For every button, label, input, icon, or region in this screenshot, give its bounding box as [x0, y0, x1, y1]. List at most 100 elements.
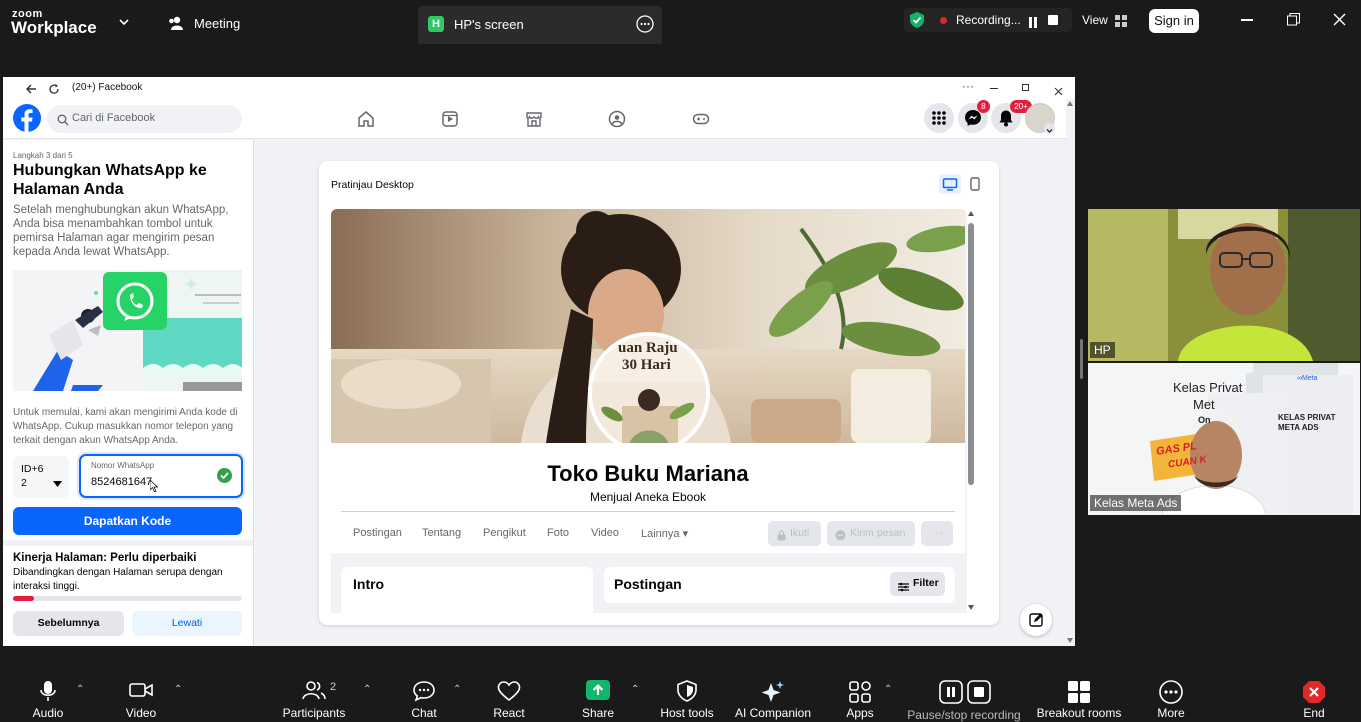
page-tab-photos[interactable]: Foto	[547, 527, 569, 539]
browser-scroll-down-icon[interactable]	[1067, 638, 1073, 643]
view-grid-icon[interactable]	[1115, 14, 1127, 32]
country-code-select[interactable]: ID+6 2	[13, 456, 69, 498]
ai-companion-button[interactable]: AI Companion	[733, 664, 813, 720]
page-subtitle: Menjual Aneka Ebook	[589, 490, 707, 504]
page-tab-posts[interactable]: Postingan	[353, 527, 402, 539]
share-caret-icon[interactable]: ⌃	[631, 684, 639, 695]
desktop-view-icon[interactable]	[939, 174, 961, 194]
close-icon[interactable]	[1333, 13, 1346, 31]
more-dots-icon	[1159, 680, 1183, 704]
end-meeting-button[interactable]: End	[1296, 664, 1332, 720]
video-button[interactable]: Video	[120, 664, 162, 720]
more-button[interactable]: More	[1152, 664, 1190, 720]
apps-icon	[849, 681, 871, 703]
chat-caret-icon[interactable]: ⌃	[453, 684, 461, 695]
send-message-button[interactable]: Kirim pesan	[827, 521, 915, 546]
profile-chevron-icon[interactable]	[1044, 123, 1055, 134]
restore-icon[interactable]	[1287, 13, 1300, 31]
page-tab-about[interactable]: Tentang	[422, 527, 461, 539]
chevron-down-icon[interactable]	[118, 15, 130, 33]
pause-stop-recording-button[interactable]: Pause/stop recording	[905, 664, 1023, 722]
pause-recording-icon[interactable]	[1028, 15, 1038, 33]
participant-tile-kelas-meta-ads[interactable]: Kelas Privat Met On ∞Meta KELAS PRIVAT M…	[1088, 363, 1360, 515]
apps-caret-icon[interactable]: ⌃	[884, 684, 892, 695]
gaming-icon[interactable]	[692, 110, 710, 133]
marketplace-icon[interactable]	[525, 110, 543, 133]
facebook-search-input[interactable]: Cari di Facebook	[47, 105, 242, 133]
video-icon[interactable]	[441, 110, 459, 133]
scrollbar-thumb[interactable]	[968, 223, 974, 485]
host-tools-button[interactable]: Host tools	[658, 664, 716, 720]
previous-button[interactable]: Sebelumnya	[13, 611, 124, 636]
lock-icon	[777, 528, 786, 546]
preview-scrollbar[interactable]	[968, 211, 974, 611]
audio-caret-icon[interactable]: ⌃	[76, 684, 84, 695]
shared-screen-tab[interactable]: H HP's screen	[418, 6, 662, 44]
filter-sliders-icon	[898, 579, 909, 597]
panel-splitter-handle[interactable]	[1080, 339, 1083, 379]
scroll-down-arrow-icon[interactable]	[968, 605, 974, 610]
share-button[interactable]: Share	[580, 664, 616, 720]
browser-restore-icon[interactable]	[1022, 84, 1029, 91]
share-tab-avatar: H	[428, 16, 444, 32]
reload-icon[interactable]	[48, 82, 60, 100]
page-more-button[interactable]: ···	[921, 521, 953, 546]
whatsapp-number-field[interactable]: Nomor WhatsApp 8524681647	[79, 454, 243, 498]
participants-button[interactable]: Participants	[282, 664, 346, 720]
scroll-up-arrow-icon[interactable]	[968, 211, 974, 216]
meeting-label[interactable]: Meeting	[194, 16, 240, 31]
more-options-icon[interactable]	[636, 15, 654, 38]
menu-grid-icon[interactable]	[924, 103, 954, 133]
groups-icon[interactable]	[608, 110, 626, 133]
instruction-text: Untuk memulai, kami akan mengirimi Anda …	[13, 407, 238, 446]
browser-minimize-icon[interactable]	[990, 88, 998, 89]
react-button[interactable]: React	[490, 664, 528, 720]
phone-field-value[interactable]: 8524681647	[91, 476, 152, 488]
zoom-logo-line2: Workplace	[11, 18, 97, 37]
browser-title-bar: (20+) Facebook ···	[3, 77, 1075, 99]
performance-description: Dibandingkan dengan Halaman serupa denga…	[13, 567, 223, 592]
share-label: Share	[581, 706, 615, 720]
end-x-icon	[1303, 681, 1325, 703]
audio-button[interactable]: Audio	[28, 664, 68, 720]
country-code-line1: ID+6	[21, 463, 44, 475]
browser-menu-icon[interactable]: ···	[962, 79, 974, 93]
skip-button[interactable]: Lewati	[132, 611, 242, 636]
edit-compose-icon[interactable]	[1020, 604, 1052, 636]
mobile-view-icon[interactable]	[967, 174, 983, 199]
browser-scroll-up-icon[interactable]	[1067, 101, 1073, 106]
participants-caret-icon[interactable]: ⌃	[363, 684, 371, 695]
valid-check-icon	[217, 468, 232, 488]
phone-field-label: Nomor WhatsApp	[91, 461, 155, 470]
country-code-line2: 2	[21, 477, 27, 489]
messenger-badge: 8	[977, 100, 990, 113]
minimize-icon[interactable]	[1241, 19, 1253, 21]
participant-tile-hp[interactable]: HP	[1088, 209, 1360, 361]
video-caret-icon[interactable]: ⌃	[174, 684, 182, 695]
browser-scrollbar[interactable]	[1066, 99, 1075, 646]
shared-browser-window: (20+) Facebook ··· Cari di Facebook 8 20…	[3, 77, 1075, 646]
send-message-label: Kirim pesan	[850, 527, 906, 539]
get-code-button[interactable]: Dapatkan Kode	[13, 507, 242, 535]
page-tab-more[interactable]: Lainnya ▾	[641, 527, 688, 540]
share-tab-title: HP's screen	[454, 17, 524, 32]
page-tab-video[interactable]: Video	[591, 527, 619, 539]
chat-button[interactable]: Chat	[406, 664, 442, 720]
breakout-rooms-button[interactable]: Breakout rooms	[1033, 664, 1125, 720]
follow-button[interactable]: Ikuti	[768, 521, 821, 546]
home-icon[interactable]	[357, 110, 375, 133]
apps-button[interactable]: Apps	[842, 664, 878, 720]
poster-text-line2: Met	[1193, 397, 1215, 412]
filter-button[interactable]: Filter	[890, 572, 945, 596]
participants-label: Participants	[282, 706, 346, 720]
share-screen-icon	[586, 680, 610, 700]
meeting-icon	[168, 15, 186, 36]
facebook-logo-icon[interactable]	[13, 104, 41, 137]
back-arrow-icon[interactable]	[25, 82, 37, 100]
messenger-small-icon	[835, 528, 846, 546]
poster-text-line1: Kelas Privat	[1173, 380, 1243, 395]
page-tab-followers[interactable]: Pengikut	[483, 527, 526, 539]
sign-in-button[interactable]: Sign in	[1149, 9, 1199, 33]
stop-recording-icon[interactable]	[1048, 15, 1058, 25]
view-button[interactable]: View	[1082, 13, 1108, 27]
